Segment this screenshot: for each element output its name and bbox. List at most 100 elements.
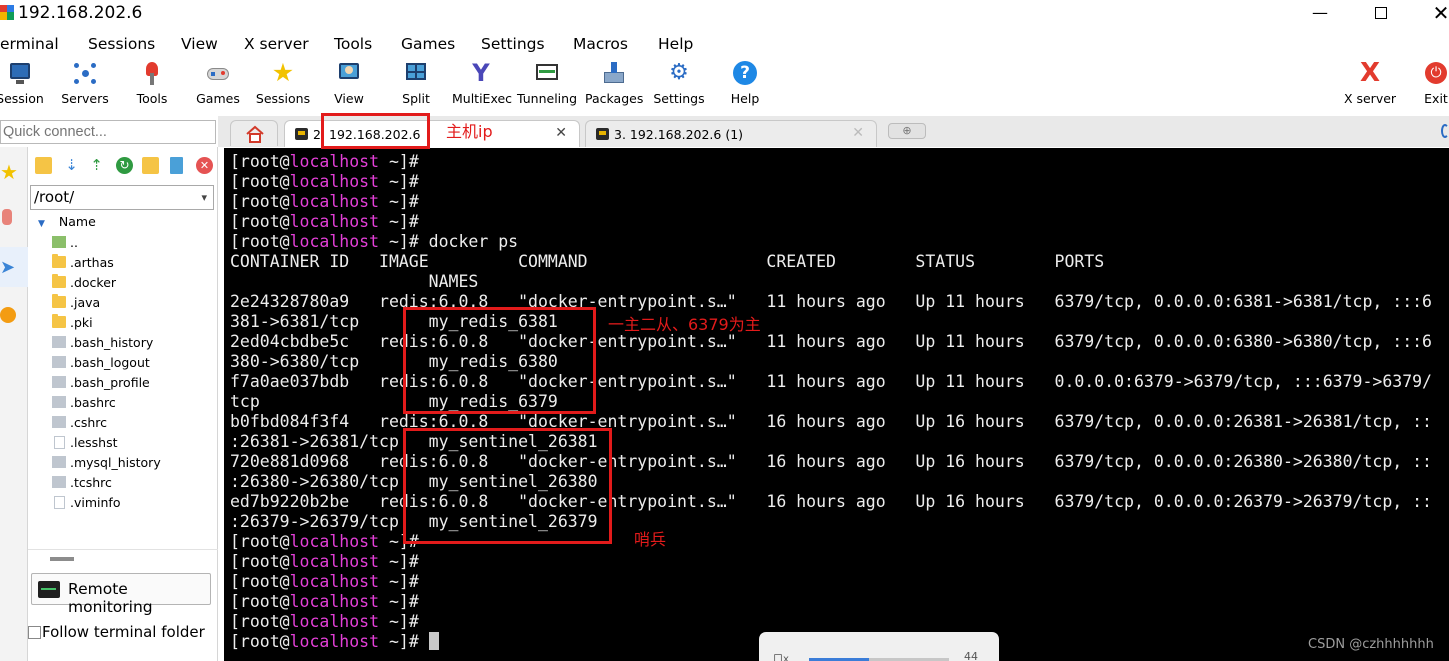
annotation-box-redis — [403, 307, 596, 414]
annotation-box-sentinel — [403, 428, 612, 544]
menu-games[interactable]: Games — [401, 35, 455, 53]
file-item[interactable]: .arthas — [50, 253, 218, 273]
home-icon — [246, 125, 264, 143]
terminal-text-line: CONTAINER ID IMAGE COMMAND CREATED STATU… — [230, 252, 1105, 271]
checkbox-box — [28, 626, 41, 639]
tab-close-button[interactable]: ✕ — [852, 125, 864, 141]
help-icon: ? — [732, 60, 758, 86]
toolbar-sessions-button[interactable]: ★ Sessions — [253, 58, 313, 107]
menu-macros[interactable]: Macros — [573, 35, 628, 53]
volume-popup[interactable]: 口x 44 — [759, 632, 999, 661]
file-icon — [52, 456, 66, 468]
sidebar-sessions-tab[interactable]: ★ — [0, 152, 28, 192]
menu-xserver[interactable]: X server — [244, 35, 309, 53]
file-item[interactable]: .docker — [50, 273, 218, 293]
terminal-prompt-line: [root@localhost ~]# — [230, 572, 419, 591]
file-item[interactable]: .bash_logout — [50, 353, 218, 373]
file-item[interactable]: .bashrc — [50, 393, 218, 413]
toolbar-help-button[interactable]: ? Help — [723, 60, 767, 106]
menu-tools[interactable]: Tools — [334, 35, 372, 53]
toolbar-tools-button[interactable]: Tools — [128, 60, 176, 106]
toolbar-tunneling-button[interactable]: Tunneling — [517, 60, 577, 106]
menu-terminal[interactable]: erminal — [0, 35, 59, 53]
new-tab-button[interactable]: ⊕ — [888, 123, 926, 139]
quick-connect-input[interactable] — [0, 120, 216, 144]
menu-view[interactable]: View — [181, 35, 218, 53]
sidebar-sftp-tab[interactable]: ➤ — [0, 247, 28, 287]
tunneling-icon — [534, 60, 560, 86]
chevron-down-icon: ▾ — [201, 191, 207, 204]
file-item[interactable]: .bash_history — [50, 333, 218, 353]
document-icon — [54, 496, 65, 509]
download-icon[interactable]: ⇣ — [63, 157, 80, 174]
file-item[interactable]: .mysql_history — [50, 453, 218, 473]
tab-close-button[interactable]: ✕ — [555, 125, 567, 141]
split-icon — [403, 60, 429, 86]
terminal-prompt-line: [root@localhost ~]# — [230, 612, 419, 631]
file-tree-header[interactable]: ▼ Name — [38, 214, 96, 229]
delete-icon[interactable]: ✕ — [196, 157, 213, 174]
resize-handle[interactable] — [50, 557, 74, 561]
file-item[interactable]: .java — [50, 293, 218, 313]
new-folder-icon[interactable] — [142, 157, 159, 174]
toolbar: Session Servers Tools Games ★ Sessions V… — [0, 58, 1449, 114]
file-item[interactable]: .bash_profile — [50, 373, 218, 393]
menu-sessions[interactable]: Sessions — [88, 35, 155, 53]
terminal-icon — [295, 128, 308, 140]
toolbar-packages-button[interactable]: Packages — [585, 60, 643, 106]
menu-help[interactable]: Help — [658, 35, 693, 53]
upload-icon[interactable]: ⇡ — [88, 157, 105, 174]
close-window-button[interactable]: ✕ — [1421, 2, 1449, 24]
star-icon: ★ — [0, 160, 18, 184]
path-select[interactable]: /root/ ▾ — [30, 185, 214, 210]
collapse-arrow-icon: ▼ — [38, 219, 45, 229]
remote-monitoring-button[interactable]: Remote monitoring — [31, 573, 211, 616]
annotation-box-host-ip — [321, 113, 430, 149]
minimize-button[interactable]: — — [1300, 2, 1340, 24]
volume-value: 44 — [964, 650, 978, 661]
toolbar-split-button[interactable]: Split — [394, 60, 438, 106]
annotation-master-slave: 一主二从、6379为主 — [608, 315, 761, 334]
exit-icon: ⏻ — [1423, 60, 1449, 86]
file-item[interactable]: .pki — [50, 313, 218, 333]
toolbar-settings-button[interactable]: ⚙ Settings — [652, 60, 706, 106]
file-item[interactable]: .cshrc — [50, 413, 218, 433]
sidebar-macros-tab[interactable] — [0, 295, 28, 335]
file-item[interactable]: .lesshst — [50, 433, 218, 453]
watermark: CSDN @czhhhhhhh — [1308, 637, 1434, 652]
terminal-prompt-line: [root@localhost ~]# — [230, 552, 419, 571]
file-icon — [52, 376, 66, 388]
send-icon: ➤ — [0, 257, 16, 278]
session-icon — [7, 60, 33, 86]
toolbar-servers-button[interactable]: Servers — [59, 60, 111, 106]
folder-up-icon[interactable] — [35, 157, 52, 174]
home-tab[interactable] — [230, 120, 278, 146]
terminal-prompt-line: [root@localhost ~]# — [230, 192, 419, 211]
file-icon — [52, 396, 66, 408]
file-item[interactable]: .tcshrc — [50, 473, 218, 493]
games-icon — [205, 60, 231, 86]
menu-settings[interactable]: Settings — [481, 35, 545, 53]
toolbar-games-button[interactable]: Games — [193, 60, 243, 106]
tools-icon — [2, 209, 12, 225]
star-icon: ★ — [271, 58, 295, 87]
toolbar-xserver-button[interactable]: X X server — [1342, 60, 1398, 106]
toolbar-session-button[interactable]: Session — [0, 60, 46, 106]
maximize-button[interactable] — [1361, 2, 1401, 24]
monitor-icon — [38, 581, 60, 598]
new-file-icon[interactable] — [170, 157, 183, 174]
file-list: .. .arthas .docker .java .pki .bash_hist… — [50, 233, 218, 513]
tab-scroll-icon[interactable] — [1441, 124, 1449, 138]
refresh-icon[interactable]: ↻ — [116, 157, 133, 174]
toolbar-view-button[interactable]: View — [327, 60, 371, 106]
terminal-cursor — [428, 632, 439, 650]
file-item[interactable]: .. — [50, 233, 218, 253]
terminal-prompt-line: [root@localhost ~]# — [230, 152, 419, 171]
toolbar-multiexec-button[interactable]: Y MultiExec — [452, 60, 512, 106]
toolbar-exit-button[interactable]: ⏻ Exit — [1420, 60, 1449, 106]
sidebar-tools-tab[interactable] — [0, 197, 28, 237]
file-item[interactable]: .viminfo — [50, 493, 218, 513]
window-title: 192.168.202.6 — [18, 3, 143, 23]
tab-session-3-label: 3. 192.168.202.6 (1) — [614, 127, 744, 142]
tab-session-3[interactable]: 3. 192.168.202.6 (1) ✕ — [585, 120, 877, 147]
